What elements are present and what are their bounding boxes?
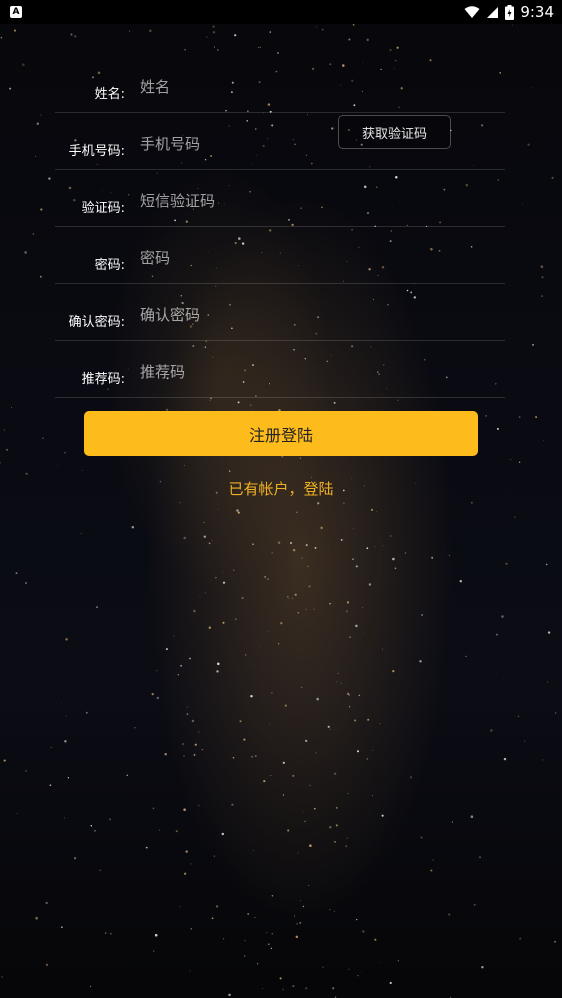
code-row: 验证码: [55, 170, 505, 227]
confirm-password-label: 确认密码: [68, 315, 125, 330]
get-code-button[interactable]: 获取验证码 [338, 115, 451, 149]
app-notification-icon: A [10, 6, 22, 18]
referral-code-input[interactable] [138, 359, 402, 385]
battery-icon [505, 4, 515, 20]
name-input[interactable] [138, 74, 402, 100]
register-form: 姓名: 手机号码: 验证码: 密码: 确认密码: 推荐码: [55, 56, 505, 398]
clock: 9:34 [520, 3, 554, 21]
name-label: 姓名: [94, 87, 125, 102]
code-label: 验证码: [81, 201, 125, 216]
status-bar: A 9:34 [0, 0, 562, 24]
confirm-password-input[interactable] [138, 302, 402, 328]
password-row: 密码: [55, 227, 505, 284]
phone-label: 手机号码: [68, 144, 125, 159]
signal-icon [487, 6, 499, 18]
wifi-icon [464, 5, 480, 18]
register-button[interactable]: 注册登陆 [84, 411, 478, 456]
sms-code-input[interactable] [138, 188, 402, 214]
referral-label: 推荐码: [81, 372, 125, 387]
referral-row: 推荐码: [55, 341, 505, 398]
password-input[interactable] [138, 245, 402, 271]
confirm-password-row: 确认密码: [55, 284, 505, 341]
login-link[interactable]: 已有帐户，登陆 [0, 478, 562, 499]
name-row: 姓名: [55, 56, 505, 113]
password-label: 密码: [94, 258, 125, 273]
